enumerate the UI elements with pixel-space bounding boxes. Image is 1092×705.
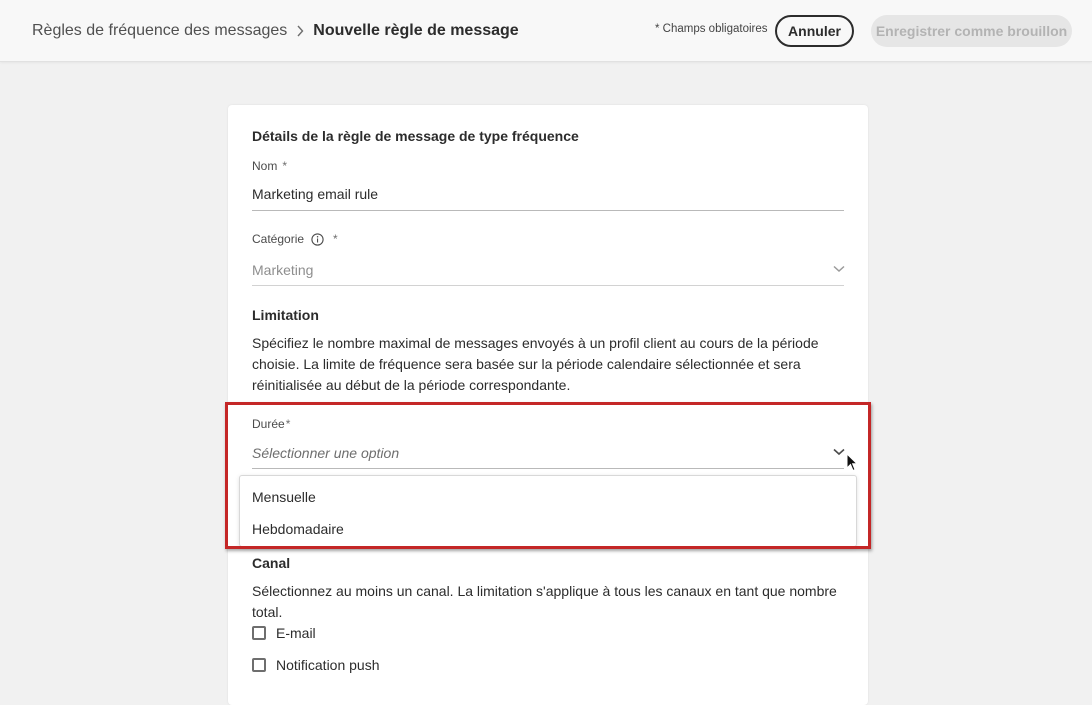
- section-title: Détails de la règle de message de type f…: [252, 128, 579, 144]
- rule-details-card: Détails de la règle de message de type f…: [228, 105, 868, 705]
- name-label-text: Nom: [252, 159, 278, 173]
- push-checkbox-row[interactable]: Notification push: [252, 657, 380, 673]
- email-checkbox-label: E-mail: [276, 625, 316, 641]
- info-icon[interactable]: [311, 232, 324, 246]
- push-checkbox-label: Notification push: [276, 657, 380, 673]
- chevron-down-icon[interactable]: [833, 265, 845, 273]
- duration-label: Durée *: [252, 417, 290, 431]
- name-input-underline: [252, 210, 844, 211]
- email-checkbox[interactable]: [252, 626, 266, 640]
- push-checkbox[interactable]: [252, 658, 266, 672]
- channel-description: Sélectionnez au moins un canal. La limit…: [252, 583, 837, 620]
- category-select-underline: [252, 285, 844, 286]
- duration-options-popover: Mensuelle Hebdomadaire: [239, 475, 857, 547]
- category-label: Catégorie *: [252, 232, 338, 246]
- duration-select[interactable]: Sélectionner une option: [252, 445, 399, 461]
- option-weekly[interactable]: Hebdomadaire: [252, 521, 344, 537]
- page-title: Nouvelle règle de message: [313, 22, 519, 39]
- save-draft-button[interactable]: Enregistrer comme brouillon: [871, 15, 1072, 47]
- duration-select-underline: [252, 468, 844, 469]
- category-select[interactable]: Marketing: [252, 262, 313, 278]
- chevron-right-icon: [296, 25, 304, 37]
- chevron-down-icon[interactable]: [833, 448, 845, 456]
- breadcrumb: Règles de fréquence des messages Nouvell…: [32, 21, 519, 41]
- required-asterisk: *: [333, 232, 338, 246]
- top-header: Règles de fréquence des messages Nouvell…: [0, 0, 1092, 62]
- email-checkbox-row[interactable]: E-mail: [252, 625, 316, 641]
- name-input[interactable]: Marketing email rule: [252, 186, 378, 202]
- limitation-description: Spécifiez le nombre maximal de messages …: [252, 335, 819, 393]
- breadcrumb-parent-link[interactable]: Règles de fréquence des messages: [32, 21, 287, 41]
- name-label: Nom *: [252, 159, 287, 173]
- required-asterisk: *: [282, 159, 288, 173]
- channel-title: Canal: [252, 555, 291, 571]
- duration-label-text: Durée: [252, 417, 285, 431]
- option-monthly[interactable]: Mensuelle: [252, 489, 316, 505]
- required-asterisk: *: [285, 417, 291, 431]
- limitation-title: Limitation: [252, 307, 319, 323]
- category-label-text: Catégorie: [252, 232, 305, 246]
- required-fields-note: * Champs obligatoires: [655, 23, 768, 35]
- cancel-button[interactable]: Annuler: [775, 15, 854, 47]
